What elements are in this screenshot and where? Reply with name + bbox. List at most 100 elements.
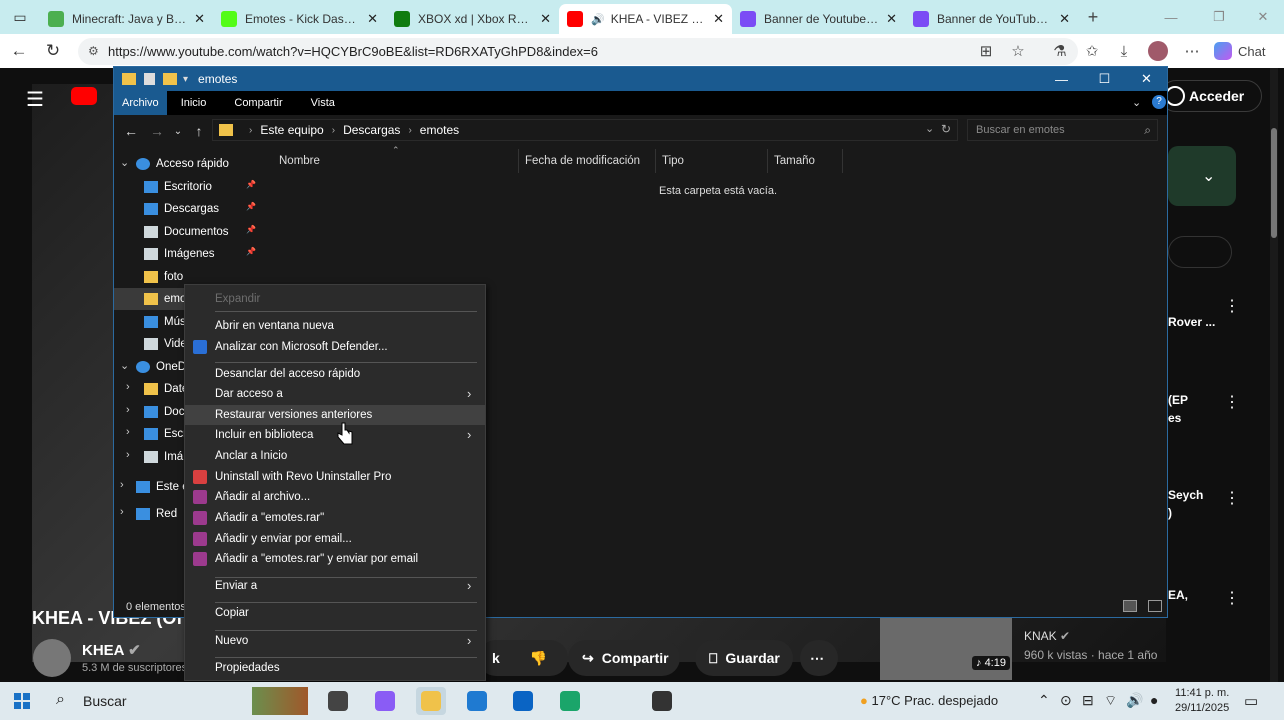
- rec-title-4[interactable]: EA,: [1168, 588, 1188, 602]
- store-icon[interactable]: [462, 687, 492, 715]
- expand-ribbon-icon[interactable]: ⌄: [1132, 96, 1141, 109]
- column-date[interactable]: Fecha de modificación: [519, 149, 656, 173]
- menu-item[interactable]: Propiedades: [185, 658, 485, 678]
- rec-title-2[interactable]: (EP: [1168, 393, 1188, 407]
- breadcrumb-descargas[interactable]: Descargas: [343, 123, 400, 137]
- more-actions-button[interactable]: ⋯: [800, 640, 838, 676]
- search-input[interactable]: Buscar en emotes ⌕: [967, 119, 1158, 141]
- menu-item[interactable]: Anclar a Inicio: [185, 446, 485, 466]
- edge-icon[interactable]: [555, 687, 585, 715]
- nav-item[interactable]: ⌄ Acceso rápido: [114, 153, 262, 175]
- clock[interactable]: 11:41 p. m. 29/11/2025: [1175, 686, 1229, 716]
- copilot-icon[interactable]: [370, 687, 400, 715]
- site-info-icon[interactable]: ⚙: [88, 44, 99, 58]
- menu-item[interactable]: Copiar: [185, 603, 485, 623]
- chevron-right-icon[interactable]: ›: [120, 479, 124, 491]
- menu-item[interactable]: Abrir en ventana nueva: [185, 316, 485, 336]
- extension-icon[interactable]: ⚗: [1044, 34, 1076, 68]
- ribbon-tab-compartir[interactable]: Compartir: [220, 91, 296, 115]
- menu-item[interactable]: Uninstall with Revo Uninstaller Pro: [185, 467, 485, 487]
- nav-item[interactable]: Descargas 📌: [114, 198, 262, 220]
- refresh-icon[interactable]: ↻: [941, 122, 951, 136]
- minimize-browser-icon[interactable]: —: [1148, 0, 1194, 34]
- profile-avatar[interactable]: [1142, 34, 1174, 68]
- chevron-right-icon[interactable]: ›: [126, 404, 130, 416]
- save-button[interactable]: ⎕ Guardar: [695, 640, 793, 676]
- obs-icon[interactable]: [647, 687, 677, 715]
- audio-playing-icon[interactable]: 🔊: [591, 13, 605, 26]
- notifications-icon[interactable]: ▭: [1244, 692, 1258, 710]
- browser-tab[interactable]: XBOX xd | Xbox Remote ✕: [386, 4, 559, 34]
- column-name[interactable]: Nombre: [262, 149, 519, 173]
- rec-channel[interactable]: KNAK ✔: [1024, 629, 1070, 643]
- close-tab-icon[interactable]: ✕: [194, 11, 205, 27]
- app-available-icon[interactable]: ⊞: [970, 34, 1002, 68]
- page-scrollbar[interactable]: [1270, 68, 1278, 682]
- search-highlight-image[interactable]: [252, 687, 308, 715]
- chevron-right-icon[interactable]: ›: [126, 381, 130, 393]
- menu-item[interactable]: Añadir y enviar por email...: [185, 529, 485, 549]
- browser-tab[interactable]: 🔊 KHEA - VIBEZ (Official ✕: [559, 4, 732, 34]
- back-icon[interactable]: ←: [2, 34, 36, 68]
- browser-tab[interactable]: Banner de YouTube para ✕: [905, 4, 1078, 34]
- nav-item[interactable]: Escritorio 📌: [114, 176, 262, 198]
- rec-title-3[interactable]: Seych: [1168, 488, 1203, 502]
- taskbar-search[interactable]: Buscar: [83, 693, 127, 709]
- start-button[interactable]: [14, 693, 30, 709]
- search-icon[interactable]: ⌕: [56, 691, 65, 709]
- task-view-icon[interactable]: [323, 687, 353, 715]
- rec-title-2b[interactable]: es: [1168, 411, 1181, 425]
- breadcrumb-este-equipo[interactable]: Este equipo: [260, 123, 323, 137]
- nav-item[interactable]: Documentos 📌: [114, 221, 262, 243]
- breadcrumb-emotes[interactable]: emotes: [420, 123, 459, 137]
- outlook-icon[interactable]: [508, 687, 538, 715]
- downloads-icon[interactable]: ⤓: [1108, 34, 1140, 68]
- chevron-down-icon[interactable]: ⌄: [120, 359, 129, 372]
- weather-widget[interactable]: ● 17°C Prac. despejado: [860, 693, 998, 708]
- menu-item[interactable]: Analizar con Microsoft Defender...: [185, 337, 485, 357]
- address-path[interactable]: › Este equipo › Descargas › emotes ⌄ ↻: [212, 119, 958, 141]
- ribbon-tab-vista[interactable]: Vista: [297, 91, 349, 115]
- channel-name[interactable]: KHEA ✔: [82, 641, 141, 659]
- new-tab-button[interactable]: +: [1078, 7, 1108, 28]
- column-size[interactable]: Tamaño: [768, 149, 843, 173]
- help-icon[interactable]: ?: [1152, 95, 1166, 109]
- file-explorer-icon[interactable]: [416, 687, 446, 715]
- reload-icon[interactable]: ↻: [36, 34, 70, 68]
- minimize-icon[interactable]: —: [1040, 67, 1083, 91]
- wifi-icon[interactable]: ⌔: [1104, 692, 1117, 710]
- address-bar[interactable]: ⚙ https://www.youtube.com/watch?v=HQCYBr…: [78, 38, 1078, 65]
- menu-item[interactable]: Desanclar del acceso rápido: [185, 364, 485, 384]
- rec-thumbnail[interactable]: [880, 618, 1012, 680]
- more-options-icon[interactable]: ⋮: [1224, 588, 1240, 608]
- large-icons-view-icon[interactable]: [1148, 600, 1162, 612]
- chevron-right-icon[interactable]: ›: [120, 506, 124, 518]
- volume-icon[interactable]: 🔊: [1126, 692, 1143, 709]
- chevron-right-icon[interactable]: ›: [126, 426, 130, 438]
- forward-arrow-icon[interactable]: →: [144, 123, 170, 139]
- close-tab-icon[interactable]: ✕: [367, 11, 378, 27]
- filter-chip[interactable]: [1168, 236, 1232, 268]
- rec-title-1[interactable]: Rover ...: [1168, 315, 1215, 329]
- nav-item[interactable]: Imágenes 📌: [114, 243, 262, 265]
- quick-access-dropdown-icon[interactable]: ▾: [183, 74, 188, 85]
- up-arrow-icon[interactable]: ↑: [186, 123, 212, 139]
- tray-app-icon[interactable]: ⊙: [1060, 692, 1072, 709]
- chevron-up-icon[interactable]: ⌃: [1038, 692, 1050, 709]
- new-folder-icon[interactable]: [163, 73, 177, 85]
- properties-icon[interactable]: [144, 73, 155, 85]
- tab-actions-icon[interactable]: ▭: [0, 0, 40, 34]
- close-tab-icon[interactable]: ✕: [713, 11, 724, 27]
- menu-item[interactable]: Incluir en biblioteca ›: [185, 425, 485, 445]
- more-options-icon[interactable]: ⋮: [1224, 296, 1240, 316]
- close-browser-icon[interactable]: ✕: [1240, 0, 1284, 34]
- menu-item[interactable]: Añadir a "emotes.rar" y enviar por email: [185, 549, 485, 569]
- close-tab-icon[interactable]: ✕: [1059, 11, 1070, 27]
- chevron-right-icon[interactable]: ›: [126, 449, 130, 461]
- favorites-icon[interactable]: ✩: [1076, 34, 1108, 68]
- menu-item[interactable]: Dar acceso a ›: [185, 384, 485, 404]
- menu-item[interactable]: Nuevo ›: [185, 631, 485, 651]
- menu-item[interactable]: Restaurar versiones anteriores: [185, 405, 485, 425]
- restore-browser-icon[interactable]: ❐: [1196, 0, 1242, 34]
- tray-app-icon[interactable]: ⊟: [1082, 692, 1094, 709]
